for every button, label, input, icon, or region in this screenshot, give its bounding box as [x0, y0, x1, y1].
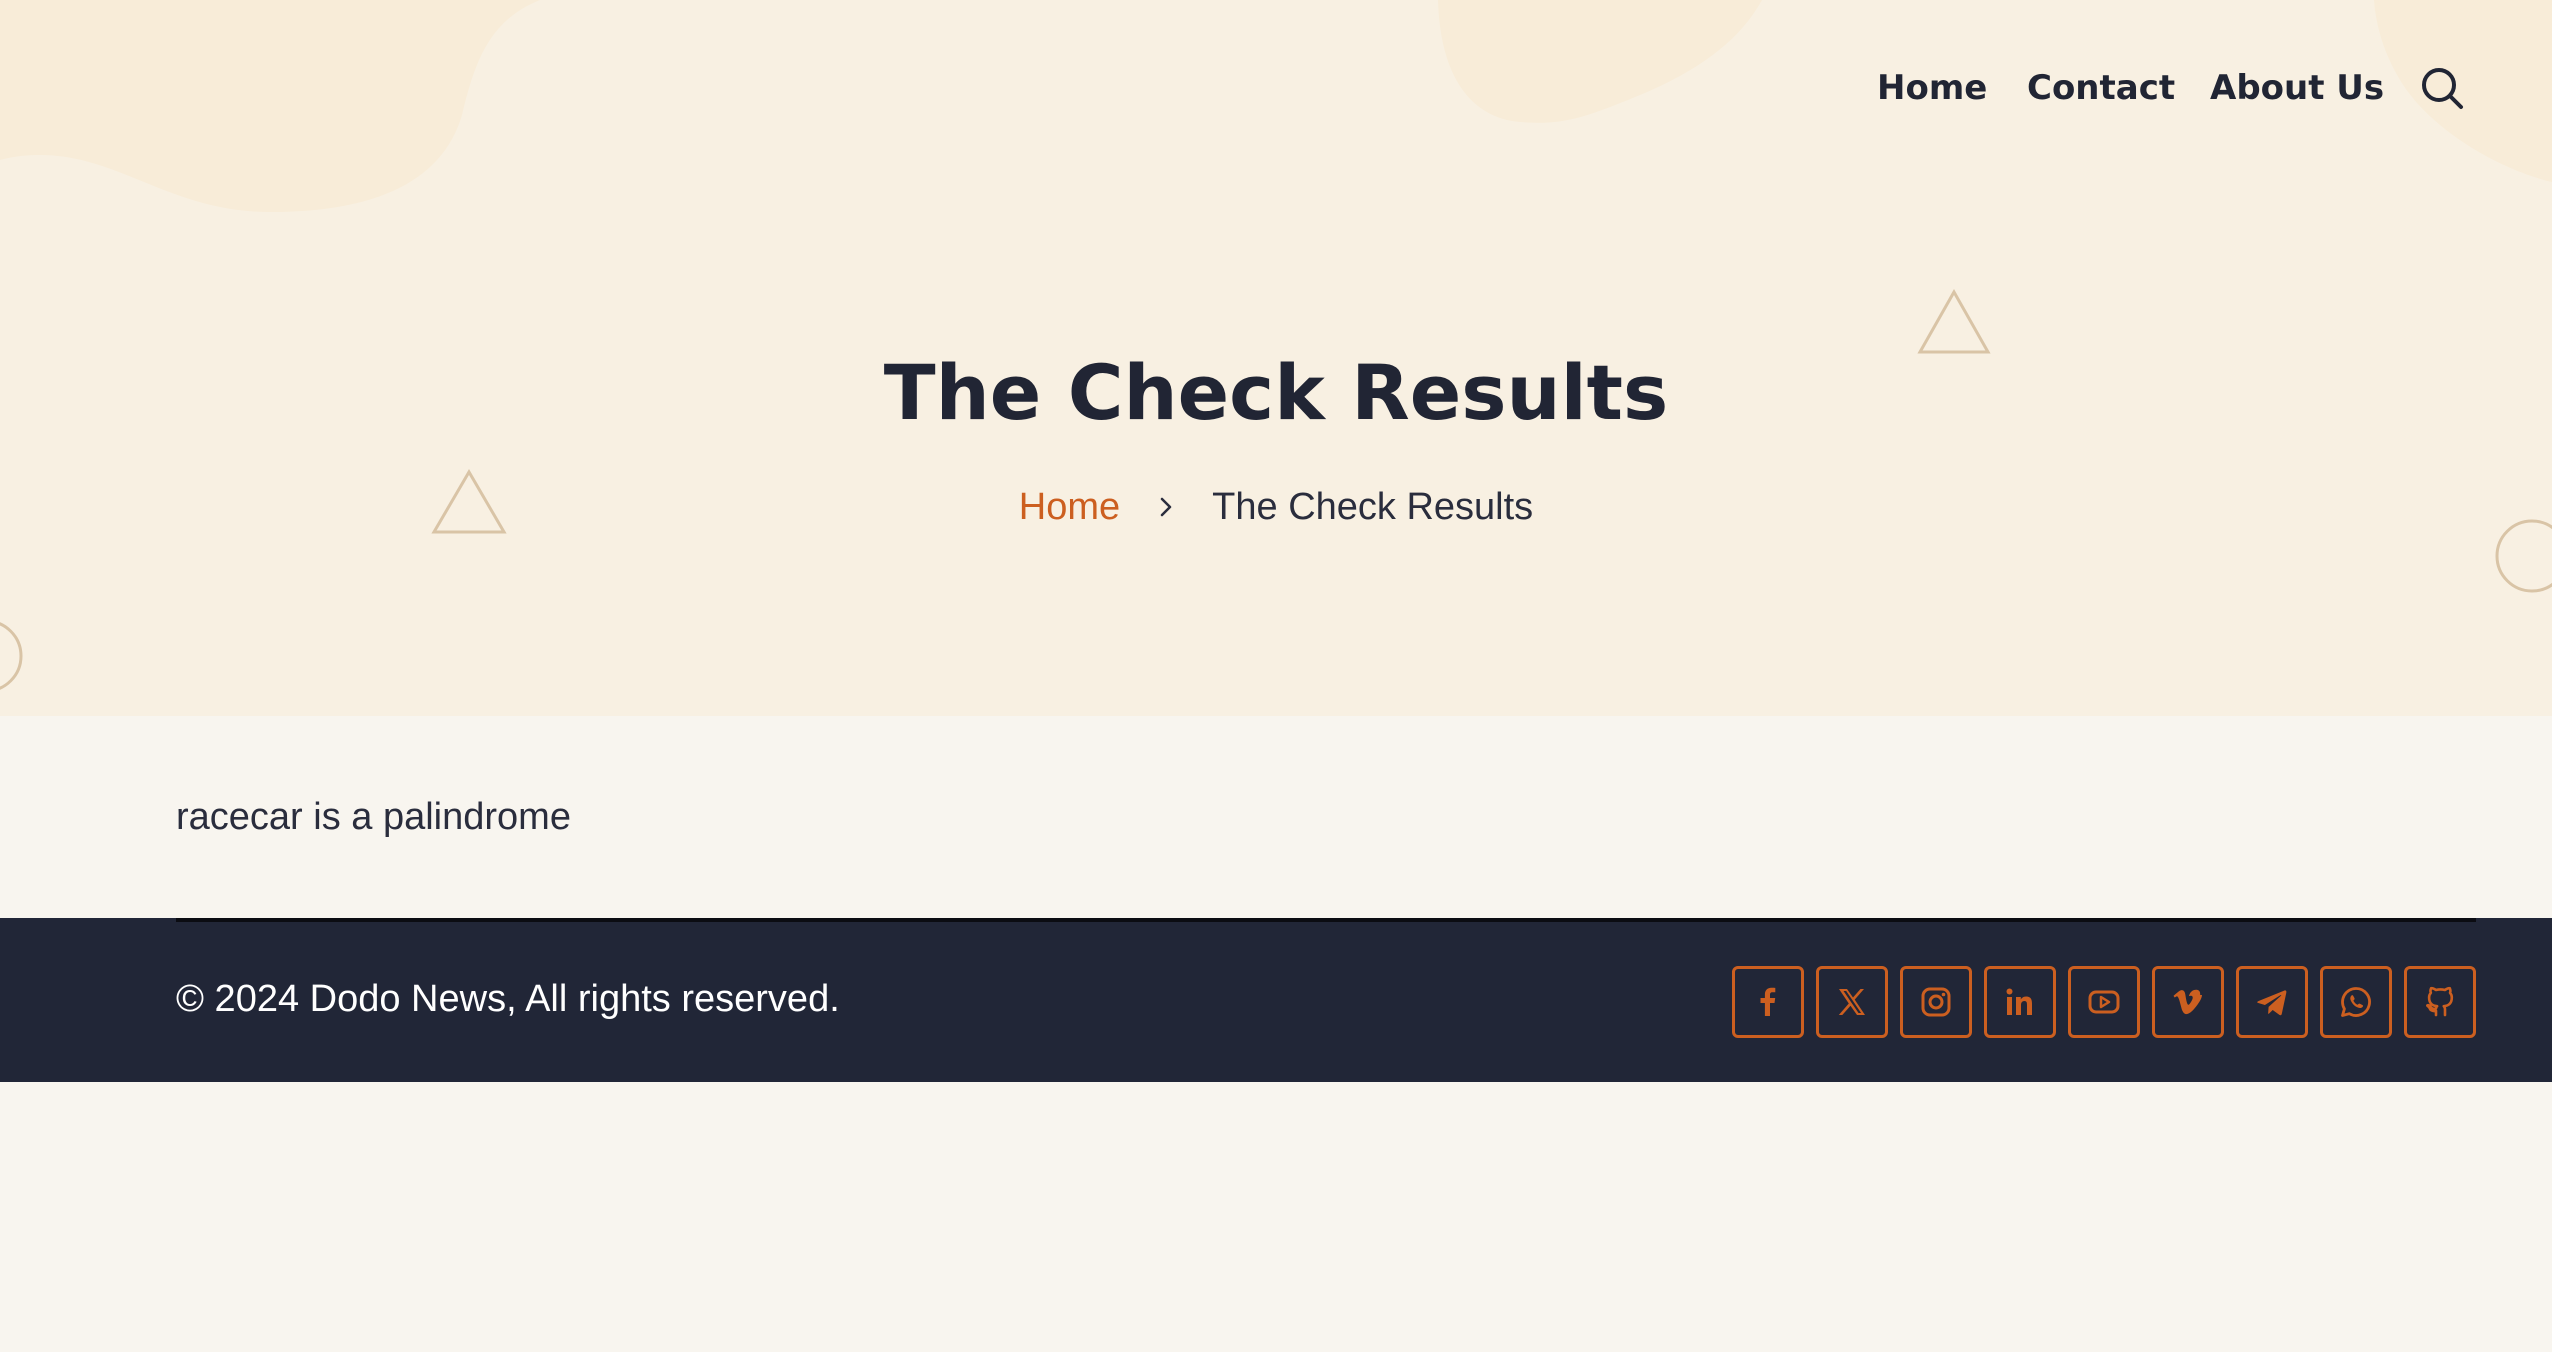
main-navigation: Home Contact About Us — [0, 58, 2552, 118]
chevron-right-icon — [1146, 487, 1186, 527]
result-text: racecar is a palindrome — [176, 796, 571, 838]
footer-divider — [176, 918, 2476, 922]
copyright-text: © 2024 Dodo News, All rights reserved. — [176, 978, 840, 1020]
instagram-icon[interactable] — [1900, 966, 1972, 1038]
page-header-hero: Home Contact About Us The Check Results … — [0, 0, 2552, 716]
nav-link-contact[interactable]: Contact — [2027, 58, 2175, 118]
x-twitter-icon[interactable] — [1816, 966, 1888, 1038]
site-footer: © 2024 Dodo News, All rights reserved. — [0, 918, 2552, 1082]
decorative-circle-left — [0, 622, 23, 690]
breadcrumb: Home The Check Results — [0, 482, 2552, 532]
breadcrumb-current: The Check Results — [1212, 486, 1534, 528]
search-icon[interactable] — [2418, 64, 2466, 112]
github-icon[interactable] — [2404, 966, 2476, 1038]
youtube-icon[interactable] — [2068, 966, 2140, 1038]
vimeo-icon[interactable] — [2152, 966, 2224, 1038]
facebook-icon[interactable] — [1732, 966, 1804, 1038]
decorative-triangle-right — [1917, 288, 1991, 354]
nav-link-about-us[interactable]: About Us — [2210, 58, 2384, 118]
breadcrumb-home-link[interactable]: Home — [1019, 482, 1120, 532]
whatsapp-icon[interactable] — [2320, 966, 2392, 1038]
social-links — [1732, 966, 2476, 1038]
linkedin-icon[interactable] — [1984, 966, 2056, 1038]
nav-link-home[interactable]: Home — [1877, 58, 1987, 118]
page-title: The Check Results — [883, 348, 1669, 437]
telegram-icon[interactable] — [2236, 966, 2308, 1038]
